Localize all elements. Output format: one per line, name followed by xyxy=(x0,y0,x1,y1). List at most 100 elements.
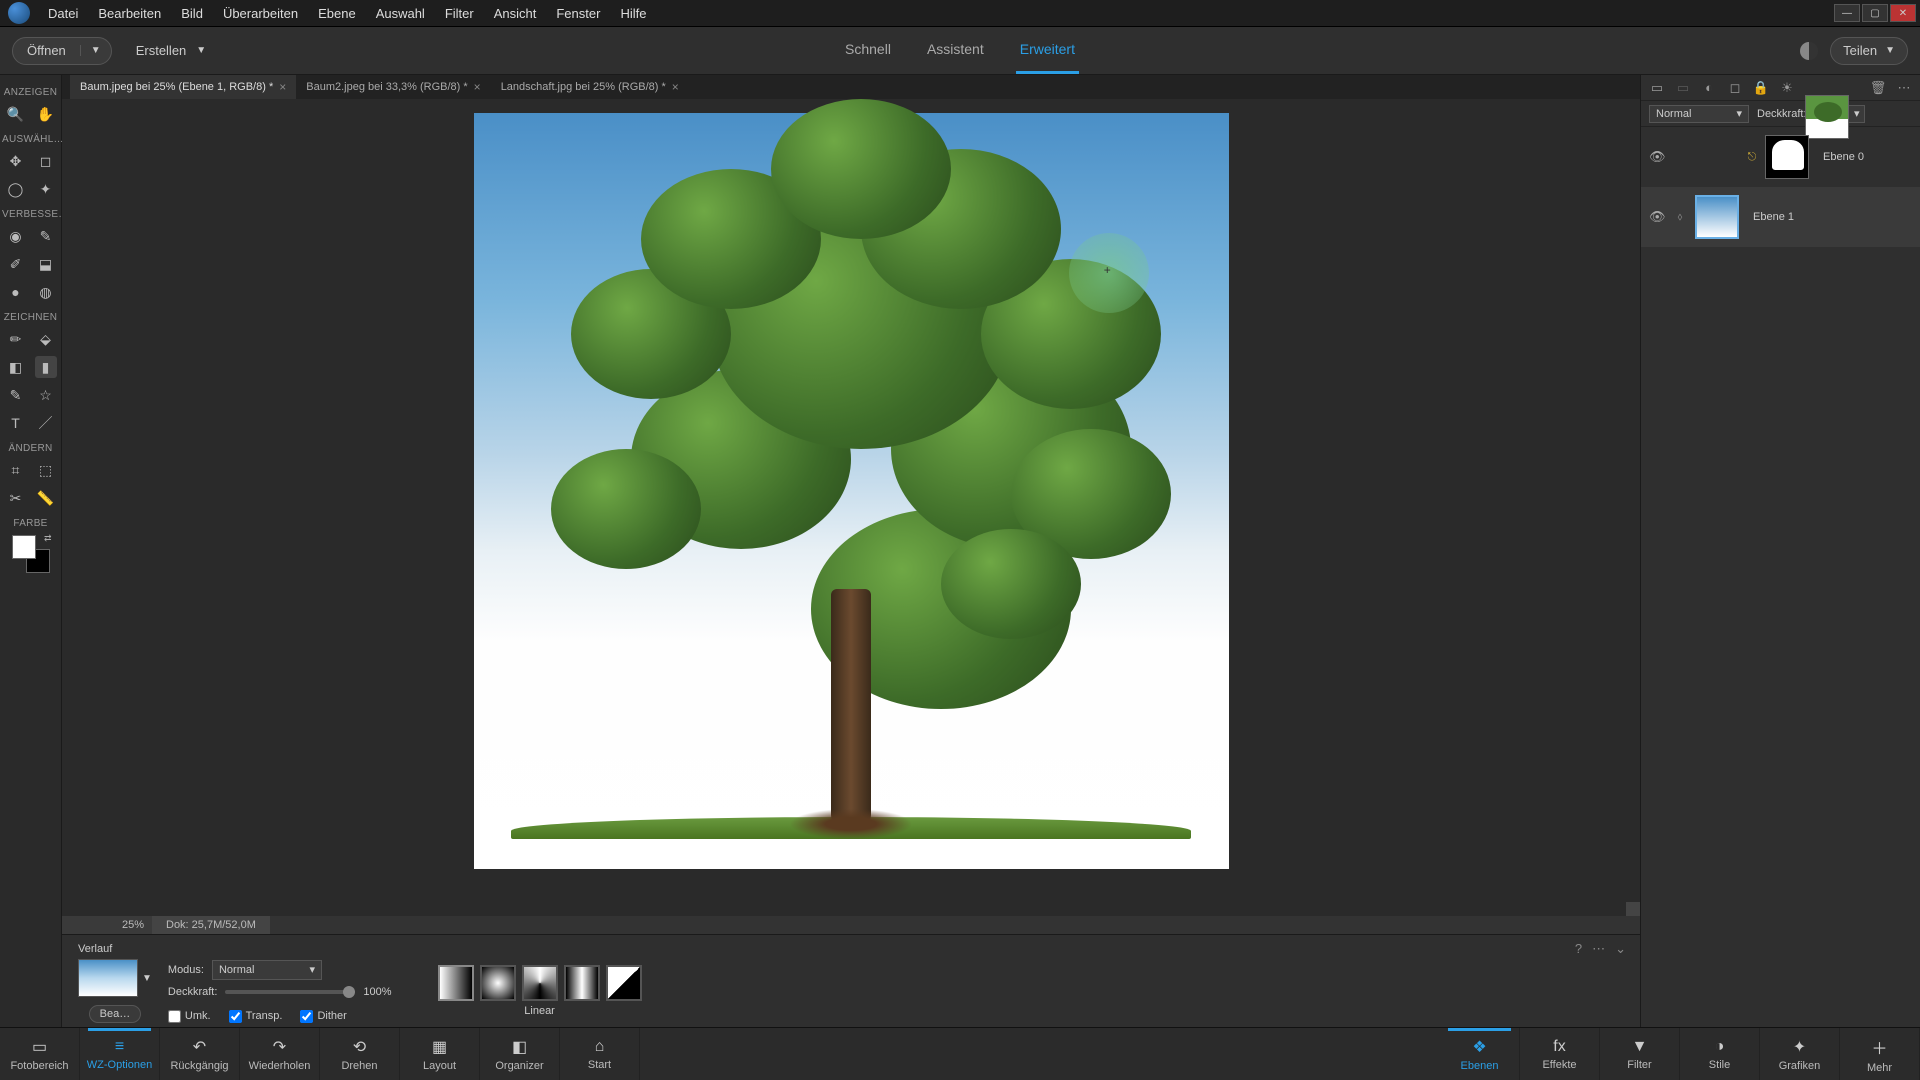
gradient-angle[interactable] xyxy=(522,965,558,1001)
close-tab-icon[interactable]: × xyxy=(672,80,679,94)
shape-tool-icon[interactable]: ☆ xyxy=(35,384,57,406)
gradient-preview[interactable] xyxy=(78,959,138,997)
menu-ebene[interactable]: Ebene xyxy=(308,6,366,21)
adjustment-icon[interactable]: ◐ xyxy=(1701,80,1717,96)
redeye-tool-icon[interactable]: ◉ xyxy=(5,225,27,247)
bottombar-stile[interactable]: ◑Stile xyxy=(1680,1028,1760,1080)
color-swatch[interactable]: ⇄ xyxy=(12,535,50,573)
lock-slot[interactable]: ⬨ xyxy=(1673,211,1687,224)
layer-thumbnail[interactable] xyxy=(1695,195,1739,239)
menu-bearbeiten[interactable]: Bearbeiten xyxy=(88,6,171,21)
eraser-tool-icon[interactable]: ◧ xyxy=(5,356,27,378)
share-button[interactable]: Teilen ▼ xyxy=(1830,37,1908,65)
menu-datei[interactable]: Datei xyxy=(38,6,88,21)
mode-tab-assistent[interactable]: Assistent xyxy=(923,27,988,74)
gradient-caret-icon[interactable]: ▼ xyxy=(142,973,152,984)
close-tab-icon[interactable]: × xyxy=(474,80,481,94)
magic-wand-tool-icon[interactable]: ✦ xyxy=(35,178,57,200)
bottombar-mehr[interactable]: ＋Mehr xyxy=(1840,1028,1920,1080)
zoom-level[interactable]: 25% xyxy=(62,916,152,934)
bottombar-rückgängig[interactable]: ↶Rückgängig xyxy=(160,1028,240,1080)
bottombar-wiederholen[interactable]: ↷Wiederholen xyxy=(240,1028,320,1080)
layer-row[interactable]: 👁 ⎋ Ebene 0 xyxy=(1641,127,1920,187)
panel-menu-icon[interactable]: ⋯ xyxy=(1896,80,1912,96)
crop-tool-icon[interactable]: ⌗ xyxy=(5,459,27,481)
menu-überarbeiten[interactable]: Überarbeiten xyxy=(213,6,308,21)
bottombar-effekte[interactable]: fxEffekte xyxy=(1520,1028,1600,1080)
document-tab[interactable]: Baum2.jpeg bei 33,3% (RGB/8) *× xyxy=(296,75,490,99)
bottombar-grafiken[interactable]: ✦Grafiken xyxy=(1760,1028,1840,1080)
content-aware-tool-icon[interactable]: ✂ xyxy=(5,487,27,509)
visibility-toggle-icon[interactable]: 👁 xyxy=(1649,209,1665,225)
new-group-icon[interactable]: ▭ xyxy=(1675,80,1691,96)
theme-toggle-icon[interactable] xyxy=(1800,42,1818,60)
canvas[interactable] xyxy=(474,113,1229,869)
bottombar-start[interactable]: ⌂Start xyxy=(560,1028,640,1080)
maximize-button[interactable]: ▢ xyxy=(1862,4,1888,22)
type-tool-icon[interactable]: T xyxy=(5,412,27,434)
minimize-button[interactable]: — xyxy=(1834,4,1860,22)
menu-hilfe[interactable]: Hilfe xyxy=(610,6,656,21)
bottombar-filter[interactable]: ▼Filter xyxy=(1600,1028,1680,1080)
bottombar-ebenen[interactable]: ❖Ebenen xyxy=(1440,1028,1520,1080)
document-tab[interactable]: Landschaft.jpg bei 25% (RGB/8) *× xyxy=(491,75,689,99)
hand-tool-icon[interactable]: ✋ xyxy=(35,103,57,125)
menu-filter[interactable]: Filter xyxy=(435,6,484,21)
collapse-icon[interactable]: ⌄ xyxy=(1615,941,1626,957)
new-layer-icon[interactable]: ▭ xyxy=(1649,80,1665,96)
mask-thumbnail[interactable] xyxy=(1765,135,1809,179)
mode-tab-erweitert[interactable]: Erweitert xyxy=(1016,27,1079,74)
lasso-tool-icon[interactable]: ◯ xyxy=(5,178,27,200)
open-button[interactable]: Öffnen ▼ xyxy=(12,37,112,65)
sponge-tool-icon[interactable]: ◍ xyxy=(35,281,57,303)
eyedropper-tool-icon[interactable]: ✎ xyxy=(5,384,27,406)
blend-mode-select[interactable]: Normal▾ xyxy=(212,960,322,980)
bottombar-wz-optionen[interactable]: ≡WZ-Optionen xyxy=(80,1028,160,1080)
pencil-tool-icon[interactable]: ／ xyxy=(35,412,57,434)
smart-brush-tool-icon[interactable]: ✐ xyxy=(5,253,27,275)
mode-tab-schnell[interactable]: Schnell xyxy=(841,27,895,74)
transparency-checkbox[interactable]: Transp. xyxy=(229,1010,283,1023)
marquee-tool-icon[interactable]: ◻ xyxy=(35,150,57,172)
move-tool-icon[interactable]: ✥ xyxy=(5,150,27,172)
document-tab[interactable]: Baum.jpeg bei 25% (Ebene 1, RGB/8) *× xyxy=(70,75,296,99)
gradient-reflected[interactable] xyxy=(564,965,600,1001)
close-tab-icon[interactable]: × xyxy=(279,80,286,94)
gradient-linear[interactable] xyxy=(438,965,474,1001)
create-button[interactable]: Erstellen ▼ xyxy=(136,43,206,58)
brush-tool-icon[interactable]: ✏ xyxy=(5,328,27,350)
visibility-toggle-icon[interactable]: 👁 xyxy=(1649,149,1665,165)
gradient-diamond[interactable] xyxy=(606,965,642,1001)
bottombar-drehen[interactable]: ⟲Drehen xyxy=(320,1028,400,1080)
bottombar-organizer[interactable]: ◧Organizer xyxy=(480,1028,560,1080)
menu-ansicht[interactable]: Ansicht xyxy=(484,6,547,21)
spot-heal-tool-icon[interactable]: ✎ xyxy=(35,225,57,247)
mask-icon[interactable]: ◻ xyxy=(1727,80,1743,96)
clone-stamp-tool-icon[interactable]: ⬓ xyxy=(35,253,57,275)
delete-layer-icon[interactable]: 🗑 xyxy=(1870,80,1886,96)
menu-bild[interactable]: Bild xyxy=(171,6,213,21)
scrollbar-corner[interactable] xyxy=(1626,902,1640,916)
gradient-radial[interactable] xyxy=(480,965,516,1001)
link-icon[interactable]: ☀ xyxy=(1779,80,1795,96)
layer-thumbnail[interactable] xyxy=(1805,95,1849,139)
bottombar-layout[interactable]: ▦Layout xyxy=(400,1028,480,1080)
layer-name[interactable]: Ebene 0 xyxy=(1823,151,1864,163)
dither-checkbox[interactable]: Dither xyxy=(300,1010,346,1023)
blur-tool-icon[interactable]: ● xyxy=(5,281,27,303)
opacity-slider[interactable] xyxy=(225,990,355,994)
open-caret-icon[interactable]: ▼ xyxy=(80,45,111,56)
foreground-color-swatch[interactable] xyxy=(12,535,36,559)
straighten-tool-icon[interactable]: 📏 xyxy=(35,487,57,509)
lock-icon[interactable]: 🔒 xyxy=(1753,80,1769,96)
more-icon[interactable]: ⋯ xyxy=(1592,941,1605,957)
canvas-viewport[interactable] xyxy=(62,99,1640,916)
mask-link-icon[interactable]: ⎋ xyxy=(1747,151,1757,164)
zoom-tool-icon[interactable]: 🔍 xyxy=(5,103,27,125)
reverse-checkbox[interactable]: Umk. xyxy=(168,1010,211,1023)
layer-row[interactable]: 👁 ⬨ Ebene 1 xyxy=(1641,187,1920,247)
gradient-tool-icon[interactable]: ▮ xyxy=(35,356,57,378)
menu-auswahl[interactable]: Auswahl xyxy=(366,6,435,21)
menu-fenster[interactable]: Fenster xyxy=(546,6,610,21)
bottombar-fotobereich[interactable]: ▭Fotobereich xyxy=(0,1028,80,1080)
